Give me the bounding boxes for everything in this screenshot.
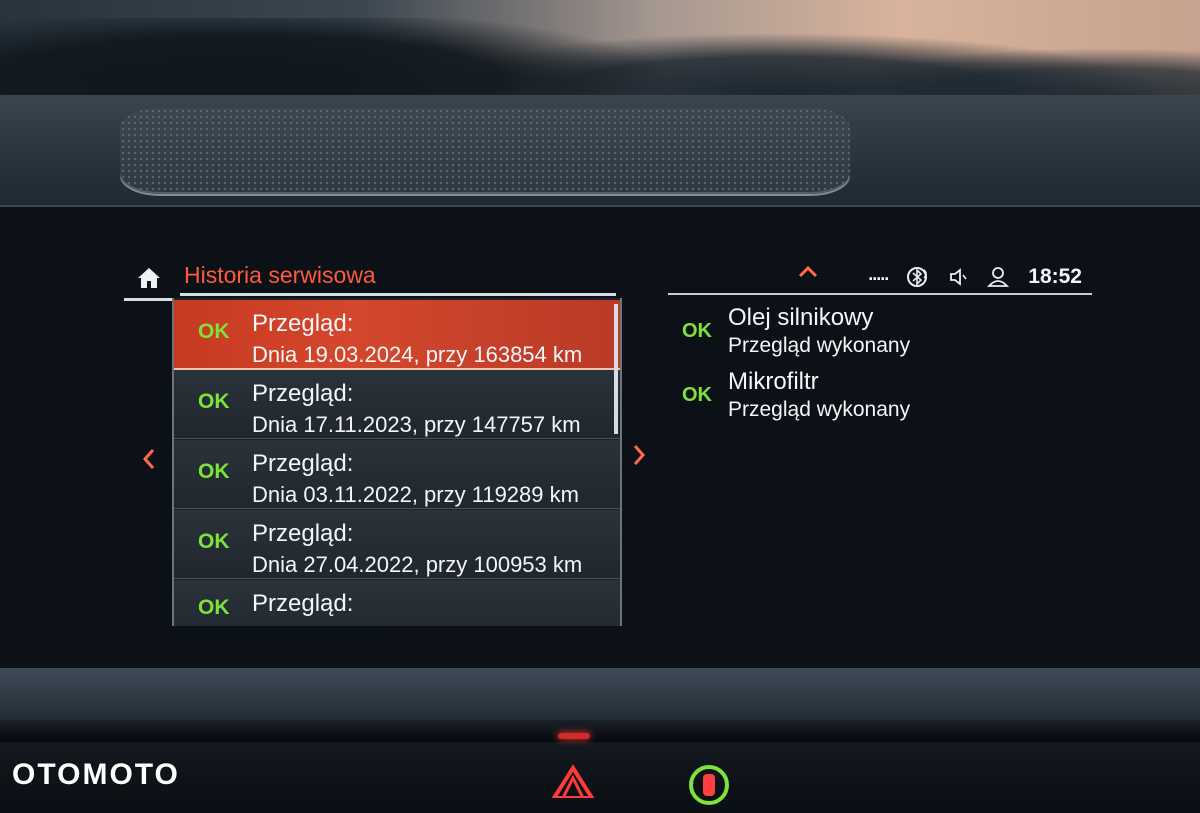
list-item[interactable]: OK Przegląd: Dnia 03.11.2022, przy 11928… bbox=[174, 440, 620, 509]
title-underline bbox=[180, 293, 616, 296]
chevron-right-icon bbox=[633, 445, 646, 465]
title-bar: Historia serwisowa ..... 18:52 bbox=[124, 258, 1092, 301]
bluetooth-phone-icon bbox=[907, 267, 928, 287]
service-detail-panel: OK Olej silnikowy Przegląd wykonany OK M… bbox=[672, 298, 1092, 498]
list-item-detail: Dnia 17.11.2023, przy 147757 km bbox=[252, 412, 581, 437]
list-item-detail: Dnia 03.11.2022, przy 119289 km bbox=[252, 482, 579, 507]
detail-item-title: Mikrofiltr bbox=[728, 368, 819, 395]
list-item[interactable]: OK Przegląd: Dnia 27.04.2022, przy 10095… bbox=[174, 510, 620, 579]
home-button[interactable] bbox=[124, 258, 174, 301]
speaker-icon bbox=[950, 268, 967, 286]
nav-right-arrow[interactable] bbox=[630, 442, 650, 470]
ok-badge: OK bbox=[682, 320, 712, 342]
ok-badge: OK bbox=[198, 596, 230, 619]
list-item-title: Przegląd: bbox=[252, 590, 354, 617]
detail-item-subtitle: Przegląd wykonany bbox=[728, 334, 911, 357]
hazard-led bbox=[558, 733, 590, 739]
ok-badge: OK bbox=[682, 384, 712, 406]
speaker-grille bbox=[120, 108, 850, 194]
detail-item-subtitle: Przegląd wykonany bbox=[728, 398, 911, 421]
detail-item-oil: OK Olej silnikowy Przegląd wykonany bbox=[672, 302, 1092, 362]
driving-assist-button[interactable] bbox=[686, 762, 732, 808]
page-title: Historia serwisowa bbox=[184, 262, 376, 288]
list-item[interactable]: OK Przegląd: bbox=[174, 580, 620, 626]
ok-badge: OK bbox=[198, 320, 230, 343]
clock: 18:52 bbox=[1028, 265, 1082, 288]
brand-watermark: OTOMOTO bbox=[12, 758, 180, 791]
signal-dots: ..... bbox=[868, 263, 889, 284]
scrollbar-thumb[interactable] bbox=[614, 304, 618, 434]
list-item-title: Przegląd: bbox=[252, 380, 354, 407]
list-item-detail: Dnia 27.04.2022, przy 100953 km bbox=[252, 552, 583, 577]
nav-left-arrow[interactable] bbox=[140, 446, 160, 474]
list-item-title: Przegląd: bbox=[252, 520, 354, 547]
hazard-button[interactable] bbox=[548, 760, 598, 800]
list-item-detail: Dnia 19.03.2024, przy 163854 km bbox=[252, 342, 583, 367]
ok-badge: OK bbox=[198, 530, 230, 553]
service-history-list[interactable]: OK Przegląd: Dnia 19.03.2024, przy 16385… bbox=[172, 298, 622, 626]
detail-item-title: Olej silnikowy bbox=[728, 304, 874, 331]
detail-item-microfilter: OK Mikrofiltr Przegląd wykonany bbox=[672, 366, 1092, 426]
air-vent bbox=[0, 720, 1200, 742]
user-profile-icon bbox=[987, 267, 1010, 287]
detail-underline bbox=[668, 293, 1092, 295]
home-icon bbox=[138, 268, 160, 288]
list-item-selected[interactable]: OK Przegląd: Dnia 19.03.2024, przy 16385… bbox=[174, 300, 620, 370]
ok-badge: OK bbox=[198, 460, 230, 483]
list-item-title: Przegląd: bbox=[252, 450, 354, 477]
list-item-title: Przegląd: bbox=[252, 310, 354, 337]
status-bar: ..... 18:52 bbox=[868, 262, 1082, 292]
up-chevron-icon[interactable] bbox=[796, 262, 826, 286]
hazard-triangle-icon bbox=[550, 764, 596, 800]
list-item[interactable]: OK Przegląd: Dnia 17.11.2023, przy 14775… bbox=[174, 370, 620, 439]
driving-assist-icon bbox=[689, 765, 729, 805]
ok-badge: OK bbox=[198, 390, 230, 413]
chevron-left-icon bbox=[142, 449, 155, 469]
